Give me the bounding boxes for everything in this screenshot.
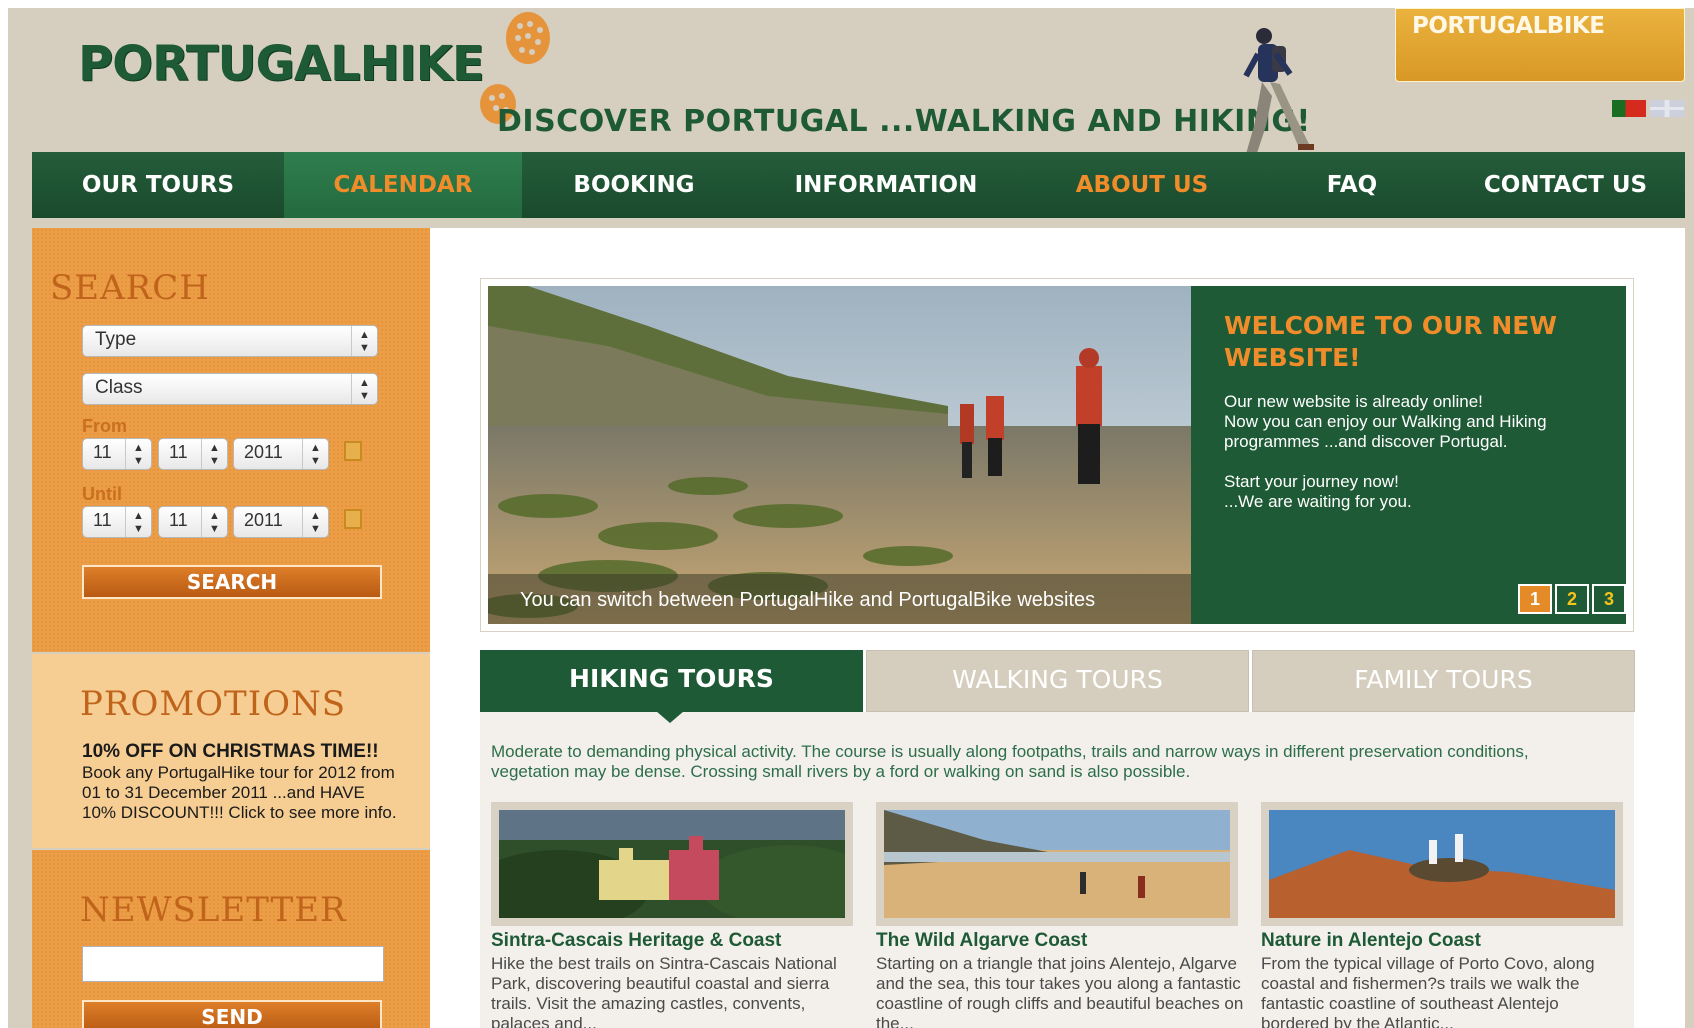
welcome-line-4: ...We are waiting for you. (1224, 492, 1412, 511)
newsletter-email-input[interactable] (82, 946, 384, 982)
class-select[interactable]: Class ▲ ▼ (82, 373, 378, 405)
promotion-text[interactable]: Book any PortugalHike tour for 2012 from… (82, 763, 402, 823)
tab-family-tours[interactable]: FAMILY TOURS (1252, 650, 1635, 712)
tour-image-alentejo-storks (1269, 810, 1615, 918)
until-calendar-icon[interactable] (344, 509, 362, 529)
from-year-value: 2011 (244, 442, 283, 462)
newsletter-send-button[interactable]: SEND (82, 1000, 382, 1028)
nav-contact-us[interactable]: CONTACT US (1446, 152, 1685, 218)
tour-text-sintra: Hike the best trails on Sintra-Cascais N… (491, 954, 837, 1028)
hiker-illustration (1243, 28, 1314, 158)
select-arrows-icon: ▲ ▼ (125, 439, 151, 469)
tab-hiking-tours[interactable]: HIKING TOURS (480, 650, 863, 712)
nav-information[interactable]: INFORMATION (746, 152, 1026, 218)
nav-calendar[interactable]: CALENDAR (284, 152, 522, 218)
until-day-value: 11 (93, 510, 112, 530)
from-label: From (82, 416, 127, 436)
slide-caption: You can switch between PortugalHike and … (520, 589, 1096, 611)
welcome-line-2: Now you can enjoy our Walking and Hiking… (1224, 412, 1547, 451)
class-select-value: Class (95, 377, 143, 398)
from-calendar-icon[interactable] (344, 441, 362, 461)
from-day-select[interactable]: 11 ▲ ▼ (82, 438, 152, 470)
tour-card-image-frame[interactable] (876, 802, 1238, 926)
select-arrows-icon: ▲ ▼ (201, 439, 227, 469)
tour-card-image-frame[interactable] (469, 802, 879, 930)
welcome-line-1: Our new website is already online! (1224, 392, 1483, 411)
until-label: Until (82, 484, 122, 504)
from-year-select[interactable]: 2011 ▲ ▼ (233, 438, 329, 470)
promotion-title[interactable]: 10% OFF ON CHRISTMAS TIME!! (82, 741, 379, 763)
until-day-select[interactable]: 11 ▲ ▼ (82, 506, 152, 538)
type-select-value: Type (95, 329, 137, 350)
welcome-title: WELCOME TO OUR NEW WEBSITE! (1224, 311, 1557, 372)
until-month-select[interactable]: 11 ▲ ▼ (158, 506, 228, 538)
portugal-flag-icon[interactable] (1612, 100, 1646, 117)
tour-card-image-frame[interactable] (1261, 802, 1623, 926)
search-heading: SEARCH (50, 268, 210, 308)
slider-page-1[interactable]: 1 (1518, 584, 1552, 614)
until-year-value: 2011 (244, 510, 283, 530)
portugalbike-badge[interactable]: PORTUGALBIKE (1395, 8, 1685, 82)
until-month-value: 11 (169, 510, 188, 530)
nav-booking[interactable]: BOOKING (522, 152, 746, 218)
select-arrows-icon: ▲ ▼ (302, 439, 328, 469)
main-navigation: OUR TOURS CALENDAR BOOKING INFORMATION A… (32, 152, 1685, 218)
tour-title-algarve[interactable]: The Wild Algarve Coast (876, 930, 1087, 952)
slider-page-2[interactable]: 2 (1555, 584, 1589, 614)
newsletter-heading: NEWSLETTER (80, 890, 347, 930)
welcome-line-3: Start your journey now! (1224, 472, 1399, 491)
search-button[interactable]: SEARCH (82, 565, 382, 599)
type-select[interactable]: Type ▲ ▼ (82, 325, 378, 357)
until-year-select[interactable]: 2011 ▲ ▼ (233, 506, 329, 538)
slider-page-3[interactable]: 3 (1592, 584, 1626, 614)
select-arrows-icon: ▲ ▼ (125, 507, 151, 537)
active-tab-pointer-icon (656, 711, 684, 723)
nav-faq[interactable]: FAQ (1258, 152, 1446, 218)
tab-description: Moderate to demanding physical activity.… (491, 742, 1529, 781)
tab-walking-tours[interactable]: WALKING TOURS (866, 650, 1249, 712)
select-arrows-icon: ▲ ▼ (351, 374, 377, 404)
uk-flag-icon[interactable] (1650, 100, 1684, 117)
tour-text-algarve: Starting on a triangle that joins Alente… (876, 954, 1244, 1028)
site-logo[interactable]: PORTUGALHIKE (78, 36, 485, 92)
tour-title-alentejo[interactable]: Nature in Alentejo Coast (1261, 930, 1481, 952)
select-arrows-icon: ▲ ▼ (201, 507, 227, 537)
promotions-heading: PROMOTIONS (80, 684, 347, 724)
tour-title-sintra[interactable]: Sintra-Cascais Heritage & Coast (491, 930, 781, 952)
welcome-text: Our new website is already online! Now y… (1224, 392, 1604, 512)
site-tagline: DISCOVER PORTUGAL ...WALKING AND HIKING! (497, 104, 1311, 139)
nav-about-us[interactable]: ABOUT US (1026, 152, 1258, 218)
slider-pager: 1 2 3 (1518, 584, 1626, 614)
select-arrows-icon: ▲ ▼ (302, 507, 328, 537)
from-day-value: 11 (93, 442, 112, 462)
select-arrows-icon: ▲ ▼ (351, 326, 377, 356)
nav-our-tours[interactable]: OUR TOURS (32, 152, 284, 218)
tour-image-sintra-palace (469, 810, 879, 930)
tour-text-alentejo: From the typical village of Porto Covo, … (1261, 954, 1595, 1028)
from-month-value: 11 (169, 442, 188, 462)
tour-image-algarve-beach (884, 810, 1230, 918)
from-month-select[interactable]: 11 ▲ ▼ (158, 438, 228, 470)
language-switcher (1612, 100, 1684, 117)
